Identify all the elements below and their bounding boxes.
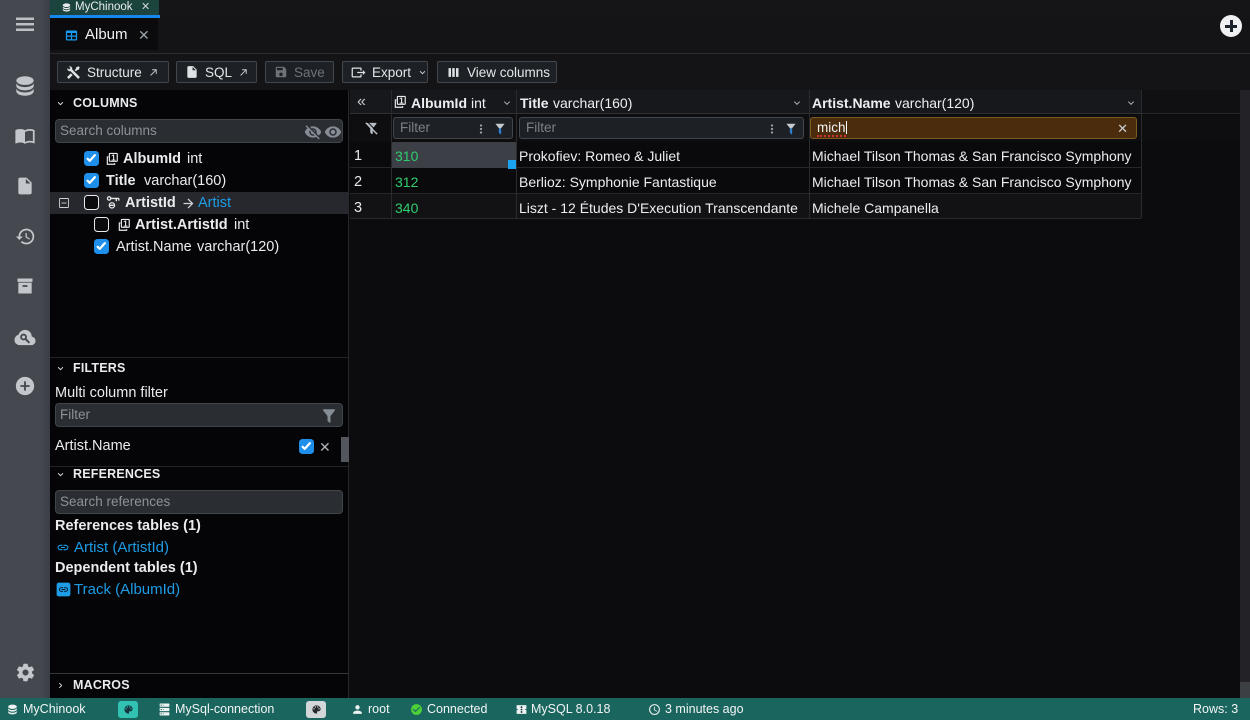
svg-text:1: 1 bbox=[123, 219, 128, 228]
svg-text:1: 1 bbox=[399, 96, 404, 105]
svg-text:1: 1 bbox=[111, 153, 116, 162]
